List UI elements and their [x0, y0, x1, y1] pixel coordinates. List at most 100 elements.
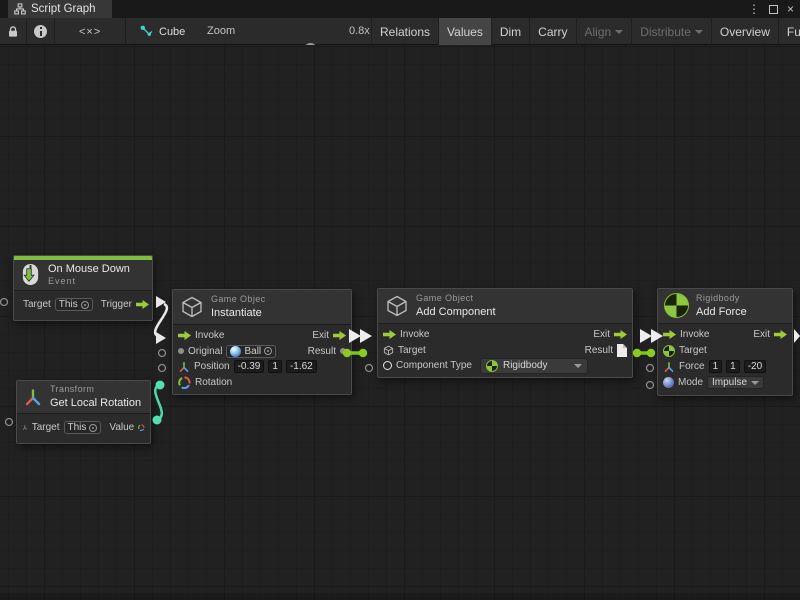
distribute-button[interactable]: Distribute [631, 18, 711, 45]
position-z-field[interactable]: -1.62 [286, 360, 317, 373]
script-graph-window: Script Graph ⋮ × <×> [0, 0, 800, 600]
lock-icon [7, 25, 19, 38]
original-value-chip[interactable]: Ball [226, 345, 276, 358]
object-picker-icon[interactable] [89, 424, 97, 432]
node-get-local-rotation[interactable]: Transform Get Local Rotation Target This [16, 380, 151, 444]
zoom-value: 0.8x [349, 25, 370, 37]
edge-exit-to-invoke-1[interactable] [349, 329, 372, 343]
graph-reference[interactable]: Cube [140, 18, 185, 45]
flow-out-port[interactable] [136, 300, 149, 309]
transform-icon [22, 422, 28, 433]
node-category: Game Object [416, 293, 496, 305]
value-out-port[interactable] [340, 348, 346, 354]
port-label-rotation: Rotation [195, 377, 232, 388]
dim-button[interactable]: Dim [491, 18, 529, 45]
port-label-invoke: Invoke [400, 329, 429, 340]
flow-out-port[interactable] [614, 330, 627, 339]
external-port[interactable] [6, 419, 13, 426]
flow-in-port[interactable] [178, 331, 191, 340]
force-y-field[interactable]: 1 [726, 360, 740, 373]
flow-out-port[interactable] [774, 330, 787, 339]
port-label-value: Value [109, 422, 134, 433]
values-button[interactable]: Values [438, 18, 491, 45]
target-value-chip[interactable]: This [55, 298, 93, 311]
port-label-exit: Exit [593, 329, 610, 340]
graph-icon [140, 25, 153, 38]
position-axis-icon [178, 361, 190, 373]
tab-title: Script Graph [31, 3, 96, 15]
port-label-original: Original [188, 346, 222, 357]
node-category: Event [48, 276, 130, 288]
external-port[interactable] [159, 350, 166, 357]
type-in-port[interactable] [383, 361, 392, 370]
edge-trigger-to-invoke[interactable] [155, 296, 167, 344]
position-y-field[interactable]: 1 [268, 360, 282, 373]
tab-script-graph[interactable]: Script Graph [8, 0, 112, 18]
relations-button[interactable]: Relations [371, 18, 438, 45]
overview-button[interactable]: Overview [711, 18, 778, 45]
position-x-field[interactable]: -0.39 [234, 360, 265, 373]
port-label-target: Target [398, 345, 426, 356]
port-label-target: Target [679, 345, 707, 356]
node-on-mouse-down[interactable]: On Mouse Down Event Target This Trigger [13, 255, 153, 321]
external-port[interactable] [647, 365, 654, 372]
chevron-down-icon [751, 381, 759, 385]
lock-button[interactable] [0, 18, 26, 45]
object-picker-icon[interactable] [264, 347, 272, 355]
mode-dropdown[interactable]: Impulse [707, 376, 764, 389]
port-label-invoke: Invoke [680, 329, 709, 340]
component-result-icon[interactable] [617, 344, 627, 357]
gameobject-icon [385, 294, 409, 318]
zoom-label: Zoom [207, 25, 235, 37]
chevron-down-icon [574, 364, 582, 368]
flow-out-port[interactable] [333, 331, 346, 340]
rotation-icon[interactable] [178, 376, 191, 389]
flow-in-port[interactable] [663, 330, 676, 339]
target-value-chip[interactable]: This [64, 421, 102, 434]
node-title: Add Component [416, 305, 496, 319]
script-graph-icon [14, 3, 26, 15]
node-title: Add Force [696, 305, 747, 319]
force-x-field[interactable]: 1 [709, 360, 723, 373]
object-picker-icon[interactable] [81, 301, 89, 309]
node-instantiate[interactable]: Game Objec Instantiate Invoke Exit Origi… [172, 289, 352, 395]
port-label-exit: Exit [753, 329, 770, 340]
window-menu-icon[interactable]: ⋮ [748, 2, 760, 16]
node-title: Get Local Rotation [50, 396, 141, 410]
force-z-field[interactable]: -20 [744, 360, 766, 373]
node-add-force[interactable]: Rigidbody Add Force Invoke Exit Target [657, 288, 793, 396]
align-button[interactable]: Align [576, 18, 632, 45]
port-label-target: Target [23, 299, 51, 310]
node-add-component[interactable]: Game Object Add Component Invoke Exit Ta… [377, 288, 633, 378]
carry-button[interactable]: Carry [529, 18, 575, 45]
value-in-port[interactable] [178, 348, 184, 354]
component-type-dropdown[interactable]: Rigidbody [480, 358, 588, 374]
transform-icon [23, 387, 43, 407]
external-port[interactable] [159, 365, 166, 372]
canvas-bottom-edge [0, 593, 800, 600]
full-screen-button[interactable]: Full Screen [778, 18, 800, 45]
port-label-component-type: Component Type [396, 360, 472, 371]
tab-bar: Script Graph ⋮ × [0, 0, 800, 18]
close-icon[interactable]: × [787, 2, 794, 16]
code-toggle-button[interactable]: <×> [55, 18, 125, 45]
edge-value-to-rotation[interactable] [153, 381, 165, 425]
external-port[interactable] [366, 365, 373, 372]
port-label-position: Position [194, 361, 230, 372]
edge-result-to-target-2[interactable] [633, 349, 655, 357]
graph-canvas[interactable]: On Mouse Down Event Target This Trigger [0, 45, 800, 600]
port-label-invoke: Invoke [195, 330, 224, 341]
rotation-icon[interactable] [138, 421, 145, 434]
external-port[interactable] [647, 382, 654, 389]
flow-in-port[interactable] [383, 330, 396, 339]
toolbar: <×> Cube Zoom 0.8x Relations Values Dim … [0, 18, 800, 45]
external-port[interactable] [1, 299, 8, 306]
port-label-result: Result [308, 346, 336, 357]
rigidbody-icon [486, 360, 498, 372]
ball-prefab-icon [230, 346, 241, 357]
maximize-icon[interactable] [769, 5, 778, 14]
gameobject-icon [383, 345, 394, 356]
inspect-button[interactable] [27, 18, 54, 45]
rigidbody-icon [663, 345, 675, 357]
chevron-down-icon [615, 30, 623, 34]
